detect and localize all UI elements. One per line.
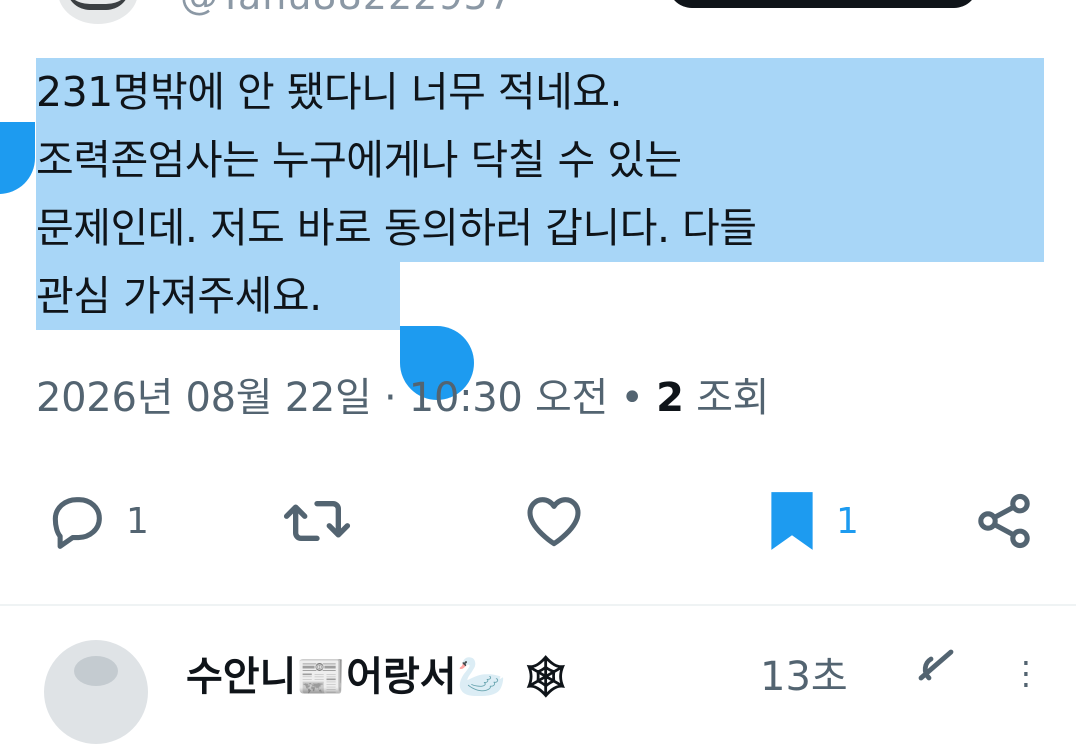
follow-button[interactable]	[668, 0, 978, 8]
selection-start-handle[interactable]	[0, 122, 35, 194]
views-count[interactable]: 2	[656, 375, 684, 421]
share-button[interactable]	[972, 486, 1036, 556]
tweet-meta: 2026년 08월 22일 · 10:30 오전 • 2 조회	[36, 370, 769, 426]
like-button[interactable]	[522, 486, 586, 556]
tweet-line-2: 조력존엄사는 누구에게나 닥칠 수 있는	[36, 126, 1044, 194]
bookmark-count: 1	[836, 500, 859, 542]
retweet-icon	[283, 501, 351, 541]
tweet-line-1: 231명밖에 안 됐다니 너무 적네요.	[36, 58, 1044, 126]
tweet-action-bar: 1 1	[0, 486, 1076, 556]
more-options-icon[interactable]: ⋮	[1010, 654, 1042, 692]
reply-count: 1	[126, 500, 149, 542]
avatar-graphic	[66, 0, 130, 10]
previous-tweet-handle[interactable]: @Yanu88222957	[180, 0, 514, 18]
previous-tweet-avatar[interactable]	[58, 0, 138, 24]
tweet-date: 2026년 08월 22일	[36, 375, 372, 421]
divider	[0, 604, 1076, 606]
share-icon	[978, 493, 1030, 549]
retweet-button[interactable]	[282, 486, 352, 556]
reply-author-name[interactable]: 수안니📰어랑서🦢 🕸	[186, 644, 571, 702]
meta-bullet: •	[620, 375, 644, 421]
avatar-graphic	[74, 656, 118, 686]
views-label[interactable]: 조회	[696, 375, 769, 421]
heart-icon	[527, 497, 581, 547]
bookmark-button[interactable]: 1	[764, 486, 859, 556]
bookmark-filled-icon	[771, 492, 813, 550]
reply-avatar[interactable]	[44, 640, 148, 744]
grok-icon[interactable]	[912, 646, 962, 686]
tweet-time: 10:30 오전	[408, 375, 609, 421]
meta-separator: ·	[383, 375, 397, 421]
tweet-line-3: 문제인데. 저도 바로 동의하러 갑니다. 다들	[36, 194, 1044, 262]
tweet-line-4: 관심 가져주세요.	[36, 262, 400, 330]
reply-button[interactable]: 1	[46, 486, 149, 556]
reply-timestamp[interactable]: 13초	[760, 644, 848, 702]
reply-icon	[52, 497, 102, 549]
